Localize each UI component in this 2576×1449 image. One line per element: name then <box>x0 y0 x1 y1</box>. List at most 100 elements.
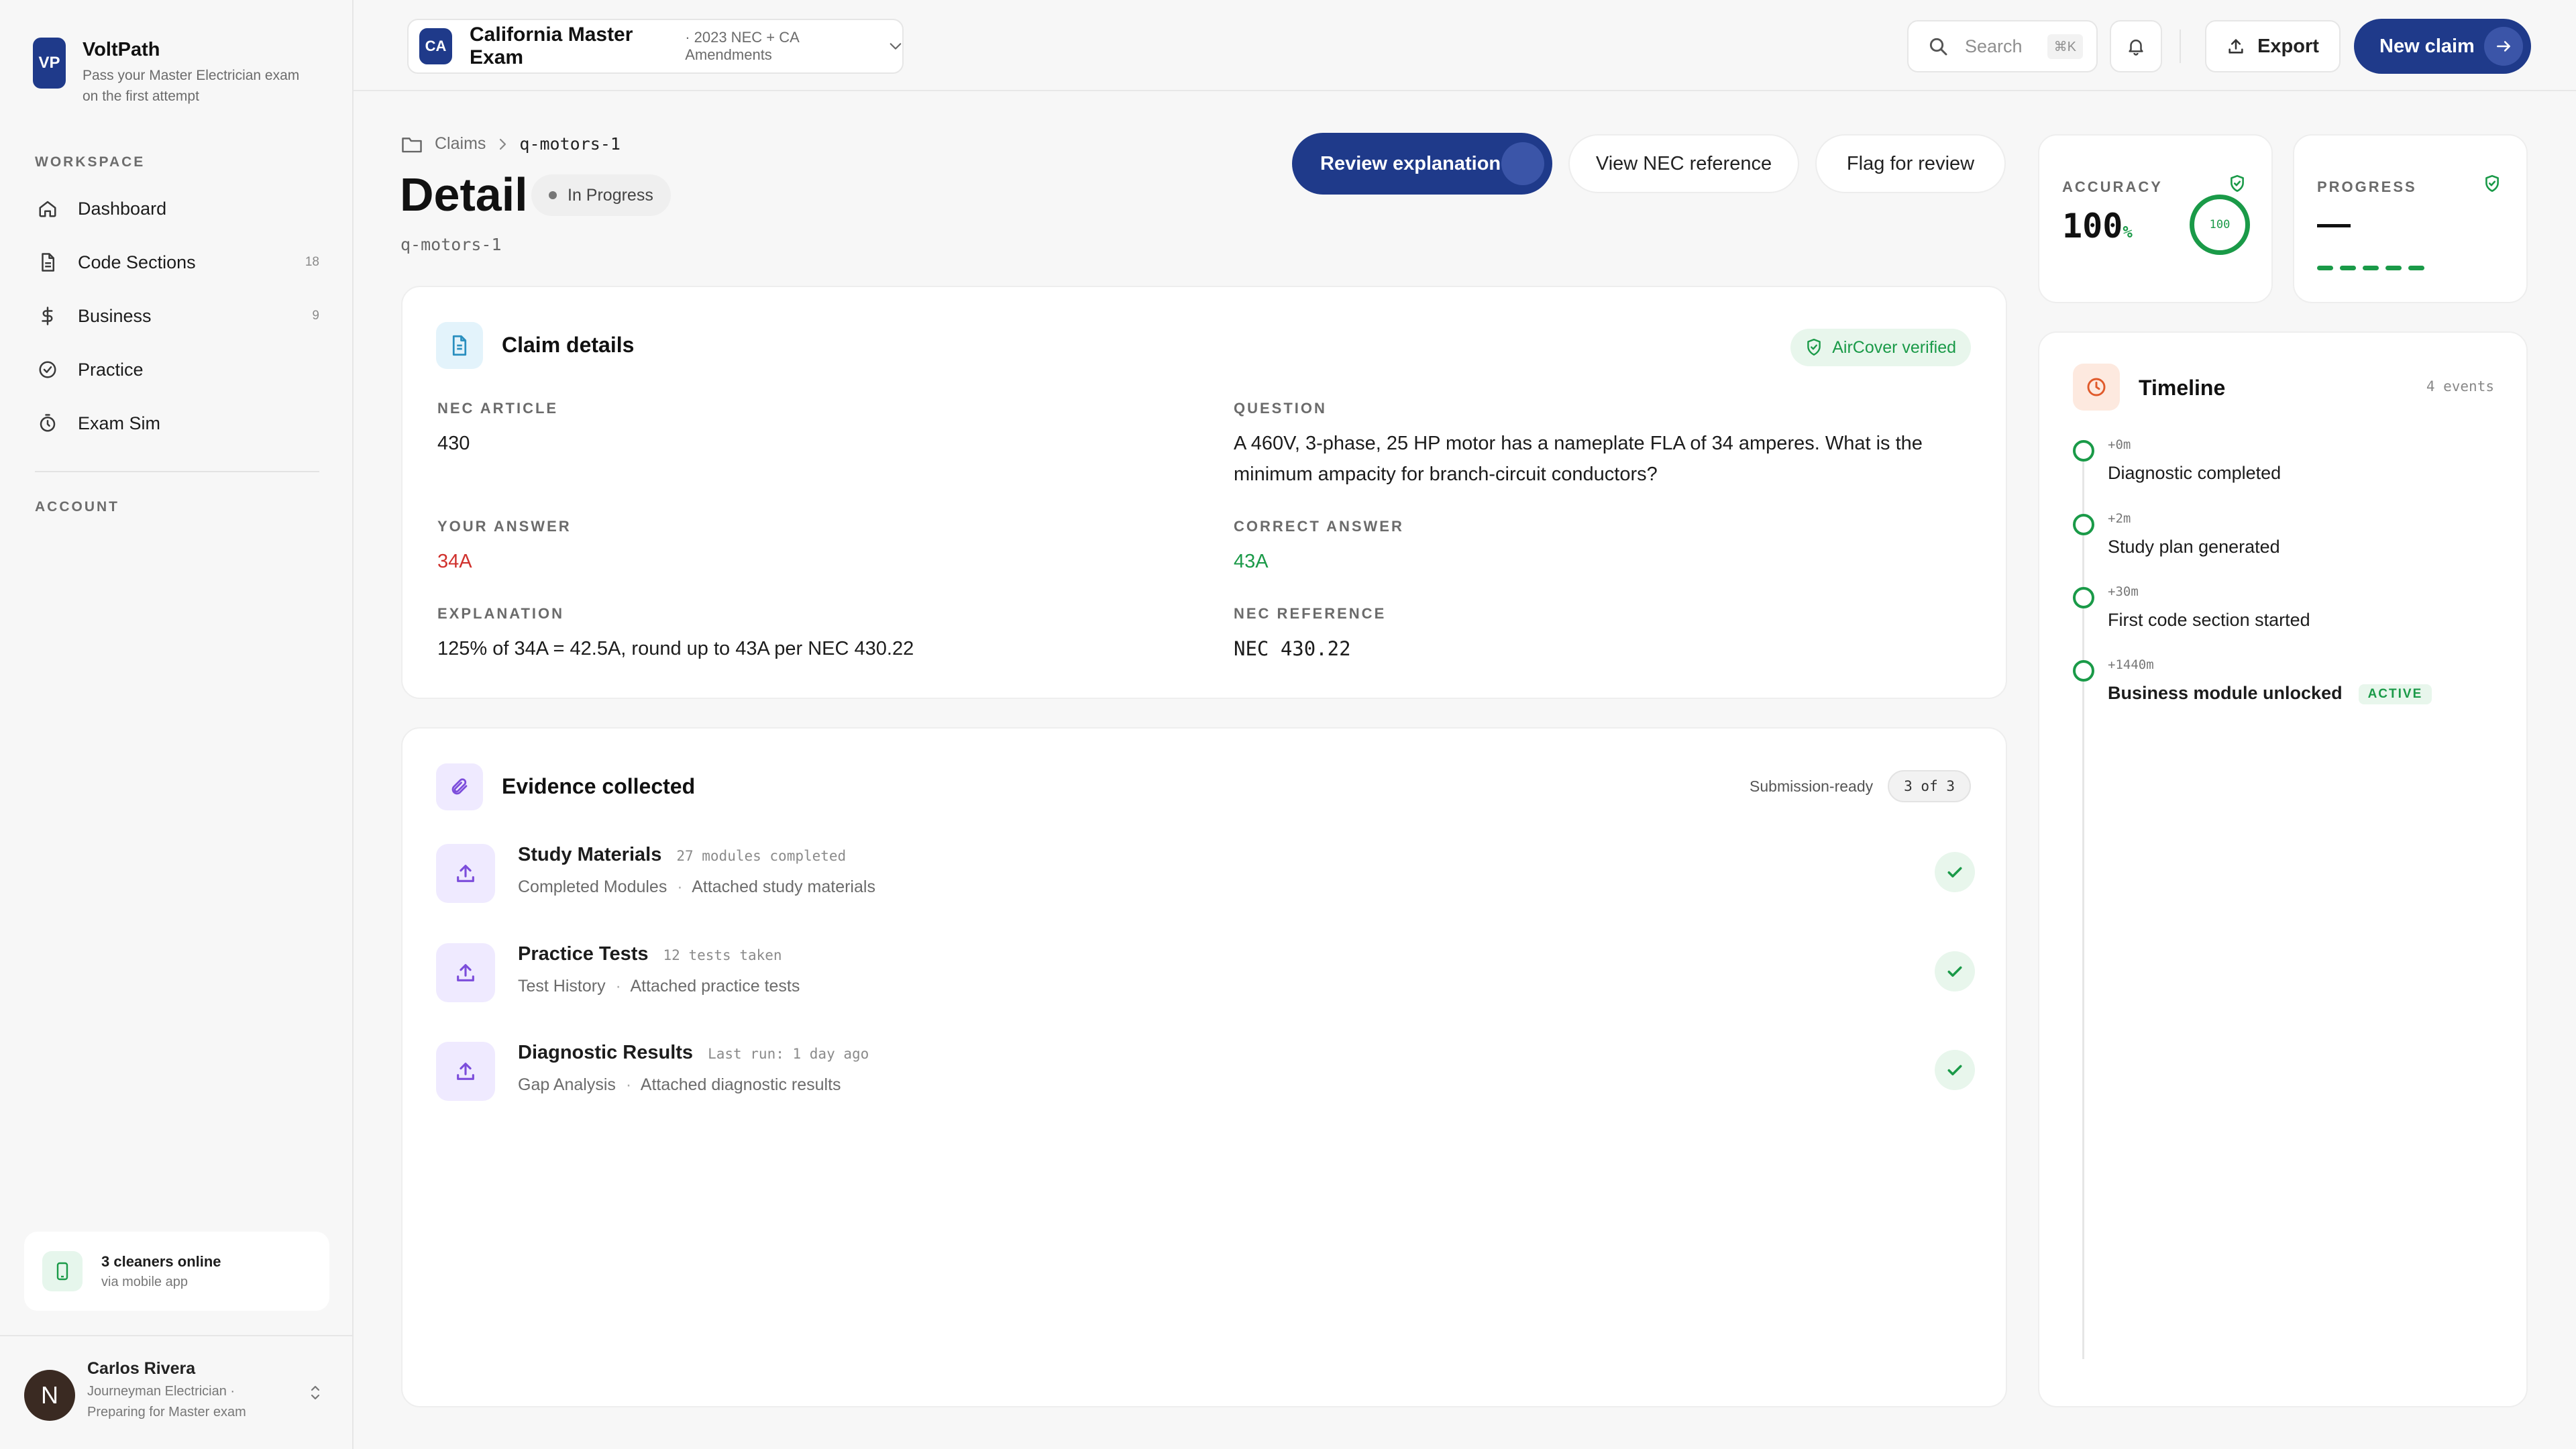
timeline-text: Study plan generated <box>2108 537 2280 557</box>
evidence-item-sub: Test History · Attached practice tests <box>518 977 800 996</box>
progress-segment <box>2317 266 2333 270</box>
check-icon <box>1935 1050 1975 1090</box>
timeline-text-wrap: Business module unlocked ACTIVE <box>2108 683 2432 704</box>
evidence-item-category: Completed Modules <box>518 877 667 896</box>
evidence-item-sub: Gap Analysis · Attached diagnostic resul… <box>518 1075 841 1094</box>
evidence-title: Evidence collected <box>502 774 696 798</box>
timeline-title: Timeline <box>2139 376 2226 400</box>
review-explanation-button[interactable]: Review explanation <box>1292 133 1552 195</box>
view-nec-reference-button[interactable]: View NEC reference <box>1568 134 1799 193</box>
progress-segment <box>2363 266 2379 270</box>
sidebar-item-code-sections[interactable]: Code Sections 18 <box>24 235 319 289</box>
evidence-status-label: Submission-ready <box>1750 777 1874 795</box>
workspace-section-label: WORKSPACE <box>35 154 146 170</box>
sidebar-item-dashboard[interactable]: Dashboard <box>24 182 319 235</box>
timeline-text: Diagnostic completed <box>2108 463 2282 483</box>
your-answer-label: YOUR ANSWER <box>437 518 572 535</box>
evidence-item-category: Test History <box>518 977 606 996</box>
user-menu[interactable]: N Carlos Rivera Journeyman Electrician ·… <box>24 1359 329 1423</box>
question-value: A 460V, 3-phase, 25 HP motor has a namep… <box>1234 433 1923 485</box>
timeline-dot <box>2073 587 2094 608</box>
progress-value: — <box>2317 205 2351 242</box>
stopwatch-icon <box>40 414 56 432</box>
online-status-card[interactable]: 3 cleaners online via mobile app <box>24 1232 329 1311</box>
sidebar-item-business[interactable]: Business 9 <box>24 289 319 343</box>
evidence-item-study-materials[interactable]: Study Materials 27 modules completed Comp… <box>436 836 1975 916</box>
chevron-right-icon <box>500 138 506 150</box>
timeline-offset: +0m <box>2108 437 2131 452</box>
timeline-dot <box>2073 660 2094 682</box>
new-claim-label: New claim <box>2379 35 2475 57</box>
sidebar-nav: Dashboard Code Sections 18 Business 9 Pr… <box>24 182 319 450</box>
brand[interactable]: VP VoltPath Pass your Master Electrician… <box>33 38 311 107</box>
sidebar-item-label: Dashboard <box>78 198 167 219</box>
document-icon <box>42 253 54 272</box>
evidence-item-meta: 12 tests taken <box>663 947 782 963</box>
evidence-item-category: Gap Analysis <box>518 1075 616 1094</box>
review-explanation-label: Review explanation <box>1320 152 1501 174</box>
status-label: In Progress <box>568 185 653 205</box>
claim-details-title: Claim details <box>502 333 635 357</box>
sidebar-item-count: 9 <box>312 309 319 323</box>
timeline-offset: +30m <box>2108 584 2139 599</box>
bell-icon <box>2129 40 2143 56</box>
paperclip-icon <box>436 763 483 810</box>
evidence-item-detail: Attached practice tests <box>630 977 800 996</box>
notifications-button[interactable] <box>2110 20 2162 72</box>
accuracy-ring-label: 100 <box>2209 218 2231 231</box>
nec-reference-value[interactable]: NEC 430.22 <box>1234 633 1351 664</box>
claim-details-card: Claim details AirCover verified NEC ARTI… <box>401 286 2007 699</box>
search-input[interactable]: Search ⌘K <box>1907 20 2098 72</box>
evidence-count-badge: 3 of 3 <box>1888 770 1971 802</box>
nec-reference-label: NEC REFERENCE <box>1234 605 1387 622</box>
verified-label: AirCover verified <box>1832 337 1956 357</box>
timeline-text: Business module unlocked <box>2108 683 2343 703</box>
timeline-dot <box>2073 440 2094 462</box>
question-label: QUESTION <box>1234 400 1327 417</box>
evidence-item-detail: Attached study materials <box>692 877 875 896</box>
sidebar-item-practice[interactable]: Practice <box>24 343 319 396</box>
correct-answer-label: CORRECT ANSWER <box>1234 518 1404 535</box>
check-circle-icon <box>39 361 56 378</box>
search-icon <box>1929 38 1947 56</box>
folder-icon <box>402 137 422 152</box>
export-button[interactable]: Export <box>2205 20 2341 72</box>
explanation-label: EXPLANATION <box>437 605 565 622</box>
account-section-label: ACCOUNT <box>35 499 119 515</box>
online-status-title: 3 cleaners online <box>101 1252 221 1270</box>
sidebar-item-label: Business <box>78 305 152 326</box>
evidence-item-title-text: Practice Tests <box>518 943 649 965</box>
verified-badge: AirCover verified <box>1790 329 1971 366</box>
chevron-down-icon <box>890 43 902 50</box>
button-knob <box>1501 142 1544 185</box>
dollar-icon <box>42 307 53 325</box>
new-claim-button[interactable]: New claim <box>2354 19 2531 74</box>
sidebar: VP VoltPath Pass your Master Electrician… <box>0 0 354 1449</box>
timeline-text: First code section started <box>2108 610 2310 630</box>
search-placeholder: Search <box>1965 36 2023 56</box>
accuracy-card: ACCURACY 100 % 100 <box>2038 134 2273 303</box>
avatar: N <box>24 1370 75 1421</box>
your-answer-value: 34A <box>437 551 472 572</box>
chevron-updown-icon[interactable] <box>309 1383 321 1402</box>
upload-icon <box>436 844 495 903</box>
exam-selector[interactable]: CA California Master Exam · 2023 NEC + C… <box>407 19 904 74</box>
home-icon <box>39 201 56 217</box>
page-title: Detail <box>400 168 528 221</box>
claim-id: q-motors-1 <box>400 235 502 254</box>
evidence-item-title: Study Materials 27 modules completed <box>518 844 846 866</box>
sidebar-item-label: Exam Sim <box>78 413 161 433</box>
progress-label: PROGRESS <box>2317 178 2417 195</box>
breadcrumb-root[interactable]: Claims <box>435 134 486 154</box>
sidebar-item-exam-sim[interactable]: Exam Sim <box>24 396 319 450</box>
upload-icon <box>436 1042 495 1101</box>
timeline-card: Timeline 4 events +0m Diagnostic complet… <box>2038 331 2528 1407</box>
export-label: Export <box>2257 35 2319 57</box>
evidence-item-practice-tests[interactable]: Practice Tests 12 tests taken Test Histor… <box>436 935 1975 1016</box>
status-badge: In Progress <box>531 174 671 216</box>
evidence-item-diagnostic-results[interactable]: Diagnostic Results Last run: 1 day ago Ga… <box>436 1034 1975 1114</box>
clock-icon <box>2073 364 2120 411</box>
status-dot <box>549 191 557 199</box>
flag-for-review-button[interactable]: Flag for review <box>1815 134 2006 193</box>
accuracy-label: ACCURACY <box>2062 178 2163 195</box>
